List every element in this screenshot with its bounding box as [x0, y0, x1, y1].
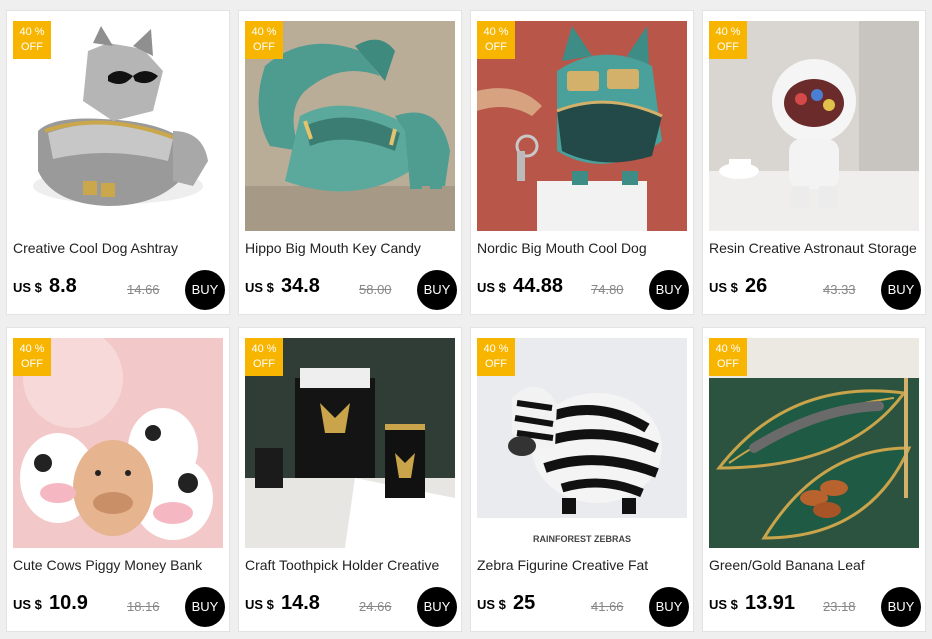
product-title[interactable]: Resin Creative Astronaut Storage — [709, 240, 921, 256]
original-price: 18.16 — [127, 599, 160, 614]
product-title[interactable]: Cute Cows Piggy Money Bank — [13, 557, 225, 573]
discount-badge: 40 % OFF — [245, 338, 283, 376]
currency-label: US $ — [477, 597, 506, 612]
discount-percent: 40 % — [715, 26, 741, 38]
currency-label: US $ — [477, 280, 506, 295]
sale-price: 34.8 — [281, 275, 320, 297]
price-row: US $ 44.88 74.80 BUY — [477, 270, 689, 310]
discount-percent: 40 % — [483, 343, 509, 355]
discount-badge: 40 % OFF — [709, 21, 747, 59]
discount-badge: 40 % OFF — [13, 338, 51, 376]
discount-off: OFF — [253, 358, 275, 370]
sale-price: 26 — [745, 275, 768, 297]
price-row: US $ 10.9 18.16 BUY — [13, 587, 225, 627]
discount-off: OFF — [253, 41, 275, 53]
currency-label: US $ — [13, 597, 42, 612]
discount-percent: 40 % — [19, 343, 45, 355]
original-price: 14.66 — [127, 282, 160, 297]
price-row: US $ 14.8 24.66 BUY — [245, 587, 457, 627]
price-row: US $ 34.8 58.00 BUY — [245, 270, 457, 310]
product-title[interactable]: Nordic Big Mouth Cool Dog — [477, 240, 689, 256]
discount-percent: 40 % — [483, 26, 509, 38]
product-card[interactable]: RAINFOREST ZEBRAS 40 % OFF Zebra Figurin… — [470, 327, 694, 632]
buy-button[interactable]: BUY — [881, 587, 921, 627]
original-price: 23.18 — [823, 599, 856, 614]
discount-badge: 40 % OFF — [709, 338, 747, 376]
product-title[interactable]: Hippo Big Mouth Key Candy — [245, 240, 457, 256]
price-row: US $ 8.8 14.66 BUY — [13, 270, 225, 310]
discount-badge: 40 % OFF — [245, 21, 283, 59]
buy-button[interactable]: BUY — [649, 587, 689, 627]
original-price: 58.00 — [359, 282, 392, 297]
discount-off: OFF — [21, 41, 43, 53]
buy-button[interactable]: BUY — [881, 270, 921, 310]
discount-percent: 40 % — [251, 343, 277, 355]
sale-price: 25 — [513, 592, 536, 614]
product-title[interactable]: Zebra Figurine Creative Fat — [477, 557, 689, 573]
buy-button[interactable]: BUY — [185, 270, 225, 310]
discount-percent: 40 % — [19, 26, 45, 38]
currency-label: US $ — [709, 280, 738, 295]
currency-label: US $ — [13, 280, 42, 295]
product-card[interactable]: 40 % OFF Resin Creative Astronaut Storag… — [702, 10, 926, 315]
price-row: US $ 13.91 23.18 BUY — [709, 587, 921, 627]
original-price: 43.33 — [823, 282, 856, 297]
discount-percent: 40 % — [251, 26, 277, 38]
product-card[interactable]: 40 % OFF Hippo Big Mouth Key Candy US $ … — [238, 10, 462, 315]
buy-button[interactable]: BUY — [417, 270, 457, 310]
product-title[interactable]: Craft Toothpick Holder Creative — [245, 557, 457, 573]
sale-price: 10.9 — [49, 592, 88, 614]
original-price: 24.66 — [359, 599, 392, 614]
discount-badge: 40 % OFF — [13, 21, 51, 59]
discount-off: OFF — [485, 41, 507, 53]
price-row: US $ 25 41.66 BUY — [477, 587, 689, 627]
product-card[interactable]: 40 % OFF Creative Cool Dog Ashtray US $ … — [6, 10, 230, 315]
product-card[interactable]: 40 % OFF Green/Gold Banana Leaf US $ 13.… — [702, 327, 926, 632]
currency-label: US $ — [709, 597, 738, 612]
currency-label: US $ — [245, 280, 274, 295]
product-grid: 40 % OFF Creative Cool Dog Ashtray US $ … — [0, 0, 932, 639]
sale-price: 44.88 — [513, 275, 564, 297]
buy-button[interactable]: BUY — [417, 587, 457, 627]
image-caption-text: RAINFOREST ZEBRAS — [533, 534, 631, 544]
buy-button[interactable]: BUY — [185, 587, 225, 627]
sale-price: 13.91 — [745, 592, 796, 614]
discount-off: OFF — [717, 358, 739, 370]
discount-badge: 40 % OFF — [477, 338, 515, 376]
product-card[interactable]: 40 % OFF Craft Toothpick Holder Creative… — [238, 327, 462, 632]
buy-button[interactable]: BUY — [649, 270, 689, 310]
discount-percent: 40 % — [715, 343, 741, 355]
sale-price: 14.8 — [281, 592, 320, 614]
product-card[interactable]: 40 % OFF Nordic Big Mouth Cool Dog US $ … — [470, 10, 694, 315]
discount-badge: 40 % OFF — [477, 21, 515, 59]
product-title[interactable]: Green/Gold Banana Leaf — [709, 557, 921, 573]
original-price: 41.66 — [591, 599, 624, 614]
discount-off: OFF — [485, 358, 507, 370]
discount-off: OFF — [21, 358, 43, 370]
currency-label: US $ — [245, 597, 274, 612]
price-row: US $ 26 43.33 BUY — [709, 270, 921, 310]
original-price: 74.80 — [591, 282, 624, 297]
product-card[interactable]: 40 % OFF Cute Cows Piggy Money Bank US $… — [6, 327, 230, 632]
discount-off: OFF — [717, 41, 739, 53]
sale-price: 8.8 — [49, 275, 77, 297]
product-title[interactable]: Creative Cool Dog Ashtray — [13, 240, 225, 256]
